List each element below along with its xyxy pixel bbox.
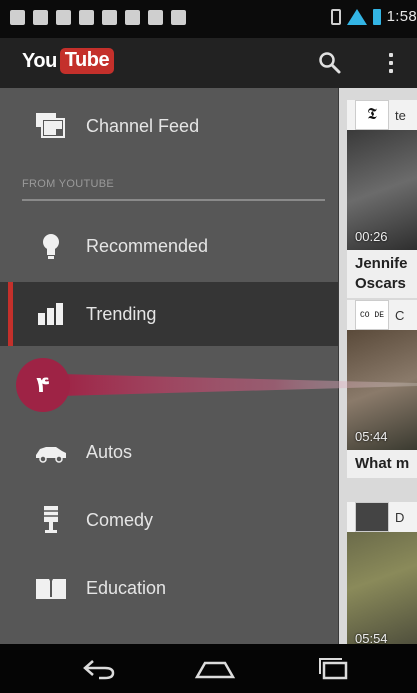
drawer-item-channel-feed[interactable]: Channel Feed bbox=[0, 94, 338, 158]
drawer-item-recommended[interactable]: Recommended bbox=[0, 214, 338, 278]
logo-you: You bbox=[22, 49, 57, 72]
system-nav-bar bbox=[0, 644, 417, 693]
video-duration: 05:44 bbox=[355, 429, 388, 444]
drawer-item-autos[interactable]: Autos bbox=[0, 420, 338, 484]
lightbulb-icon bbox=[34, 231, 68, 261]
youtube-logo[interactable]: You Tube bbox=[22, 48, 115, 74]
channel-name: te bbox=[395, 107, 406, 123]
drawer-item-label: Autos bbox=[86, 441, 133, 462]
android-icon bbox=[171, 10, 186, 25]
clock: 1:58 bbox=[386, 8, 417, 25]
card-header: CO DE C bbox=[347, 300, 417, 330]
channel-avatar[interactable] bbox=[355, 502, 389, 532]
notification-icons bbox=[10, 10, 186, 25]
channel-name: C bbox=[395, 307, 405, 323]
recent-apps-icon[interactable] bbox=[308, 654, 358, 684]
video-duration: 00:26 bbox=[355, 229, 388, 244]
section-header: FROM YOUTUBE bbox=[22, 178, 115, 190]
video-title[interactable]: What m bbox=[347, 450, 417, 478]
download-icon bbox=[125, 10, 140, 25]
notification-icon bbox=[79, 10, 94, 25]
callout-marker: ۴ bbox=[16, 358, 70, 412]
video-title-line: Oscars bbox=[355, 275, 406, 292]
channel-name: D bbox=[395, 509, 405, 525]
video-thumbnail[interactable]: 05:54 bbox=[347, 532, 417, 652]
video-card[interactable]: 𝕿 te 00:26 Jennife Oscars bbox=[347, 100, 417, 298]
drawer-item-label: Recommended bbox=[86, 235, 209, 256]
channel-avatar[interactable]: 𝕿 bbox=[355, 100, 389, 130]
drawer-item-comedy[interactable]: Comedy bbox=[0, 488, 338, 552]
wifi-icon bbox=[346, 8, 367, 25]
callout-pointer bbox=[60, 374, 417, 396]
drawer-item-trending[interactable]: Trending bbox=[0, 282, 338, 346]
status-bar: 1:58 bbox=[0, 0, 417, 38]
microphone-icon bbox=[34, 505, 68, 535]
back-icon[interactable] bbox=[74, 654, 124, 684]
car-icon bbox=[34, 437, 68, 467]
drawer-item-label: Channel Feed bbox=[86, 115, 200, 136]
drawer-item-label: Trending bbox=[86, 303, 157, 324]
video-title[interactable]: Jennife Oscars bbox=[347, 250, 417, 298]
drawer-item-label: Education bbox=[86, 577, 167, 598]
bar-chart-icon bbox=[34, 299, 68, 329]
mail-icon bbox=[33, 10, 48, 25]
download-icon bbox=[102, 10, 117, 25]
logo-tube: Tube bbox=[59, 48, 115, 74]
video-feed: 𝕿 te 00:26 Jennife Oscars CO DE C 05:44 … bbox=[338, 88, 417, 652]
drawer-item-label: Comedy bbox=[86, 509, 154, 530]
card-header: 𝕿 te bbox=[347, 100, 417, 130]
video-card[interactable]: D 05:54 bbox=[347, 502, 417, 652]
home-icon[interactable] bbox=[190, 654, 240, 684]
notification-icon bbox=[10, 10, 25, 25]
card-header: D bbox=[347, 502, 417, 532]
drawer-item-education[interactable]: Education bbox=[0, 556, 338, 620]
message-icon bbox=[56, 10, 71, 25]
video-title-line: Jennife bbox=[355, 255, 408, 272]
download-icon bbox=[148, 10, 163, 25]
battery-icon bbox=[372, 8, 381, 25]
channel-avatar[interactable]: CO DE bbox=[355, 300, 389, 330]
action-bar: You Tube bbox=[0, 38, 417, 88]
book-icon bbox=[34, 573, 68, 603]
video-thumbnail[interactable]: 00:26 bbox=[347, 130, 417, 250]
search-icon[interactable] bbox=[318, 51, 342, 75]
vibrate-icon bbox=[330, 8, 341, 25]
video-title-line: What m bbox=[355, 455, 410, 472]
overflow-menu-icon[interactable] bbox=[384, 49, 398, 77]
section-divider bbox=[22, 199, 325, 201]
channel-feed-icon bbox=[34, 111, 68, 141]
